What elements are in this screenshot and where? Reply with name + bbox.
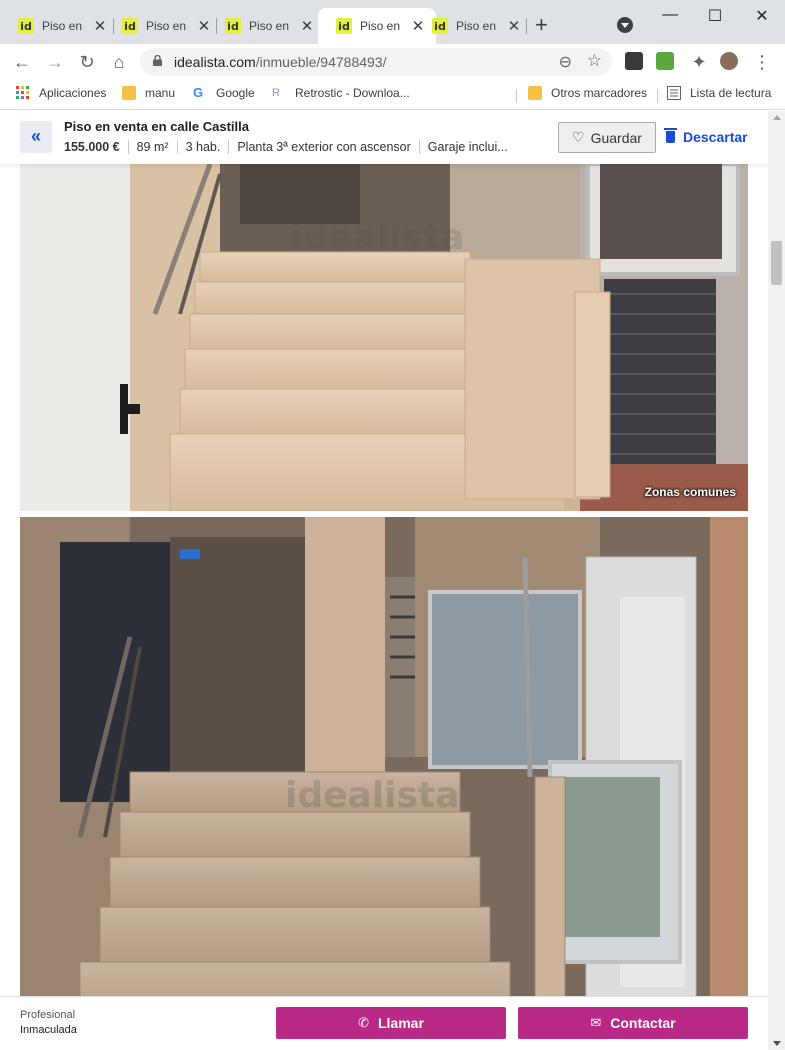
- phone-icon: ✆: [358, 1015, 369, 1030]
- back-arrow-icon[interactable]: ←: [11, 52, 33, 72]
- tab-strip: id Piso en venta en calle Castilla ✕ id …: [0, 0, 785, 44]
- forward-arrow-icon[interactable]: →: [44, 52, 66, 72]
- call-button[interactable]: ✆ Llamar: [276, 1007, 506, 1039]
- watermark: idealista: [290, 217, 464, 258]
- browser-tab[interactable]: id Piso en venta ✕: [414, 8, 532, 44]
- idealista-favicon-icon: id: [432, 18, 448, 34]
- scroll-up-icon[interactable]: [773, 115, 781, 120]
- apps-grid-icon: [16, 86, 29, 99]
- listing-facts: 155.000 € 89 m² 3 hab. Planta 3ª exterio…: [64, 140, 516, 154]
- heart-icon: ♡: [572, 129, 585, 145]
- bookmark-reading-list[interactable]: Lista de lectura: [667, 86, 771, 100]
- home-icon[interactable]: ⌂: [108, 52, 130, 72]
- save-button[interactable]: ♡ Guardar: [558, 122, 656, 153]
- tab-title: Piso en venta: [456, 19, 496, 33]
- bookmark-retrostic[interactable]: R Retrostic - Downloa...: [272, 86, 410, 100]
- browser-menu-icon[interactable]: ⋮: [751, 52, 773, 72]
- lobby-lift-photo-image: idealista: [20, 517, 748, 1050]
- bookmark-google[interactable]: G Google: [193, 85, 255, 101]
- bookmarks-bar: Aplicaciones manu G Google R Retrostic -…: [0, 80, 785, 110]
- extension-zero-icon[interactable]: [625, 52, 643, 70]
- scrollbar-thumb[interactable]: [771, 241, 782, 285]
- listing-sticky-header: « Piso en venta en calle Castilla 155.00…: [0, 111, 768, 164]
- idealista-favicon-icon: id: [122, 18, 138, 34]
- tab-search-icon[interactable]: [617, 17, 633, 33]
- close-tab-icon[interactable]: ✕: [299, 17, 315, 35]
- browser-tab[interactable]: id Piso en venta en calle Castilla ✕: [0, 8, 118, 44]
- idealista-favicon-icon: id: [336, 18, 352, 34]
- page-viewport: « Piso en venta en calle Castilla 155.00…: [0, 111, 768, 1050]
- maximize-icon[interactable]: ☐: [700, 6, 730, 26]
- retrostic-icon: R: [272, 87, 280, 99]
- idealista-favicon-icon: id: [18, 18, 34, 34]
- advertiser-name: Inmaculada: [20, 1024, 77, 1036]
- profile-avatar[interactable]: [720, 52, 738, 70]
- bookmark-star-icon[interactable]: ☆: [587, 51, 602, 71]
- stairs-photo-image: idealista: [20, 164, 748, 511]
- bookmark-manu[interactable]: manu: [122, 86, 175, 100]
- contact-bar: Profesional Inmaculada ✆ Llamar ✉ Contac…: [0, 996, 768, 1050]
- listing-garage: Garaje inclui...: [418, 140, 516, 154]
- tab-title: Piso en venta: [360, 19, 400, 33]
- watermark: idealista: [285, 775, 459, 816]
- close-window-icon[interactable]: ✕: [747, 6, 777, 26]
- reading-list-icon: [667, 86, 681, 100]
- listing-photo[interactable]: idealista Zonas comunes: [20, 164, 748, 511]
- photo-caption: Zonas comunes: [644, 485, 736, 499]
- tab-title: Piso en venta: [249, 19, 289, 33]
- browser-toolbar: ← → ↻ ⌂ idealista.com/inmueble/94788493/…: [0, 44, 785, 80]
- minimize-icon[interactable]: —: [655, 6, 685, 24]
- google-icon: G: [193, 85, 204, 100]
- folder-icon: [122, 86, 136, 100]
- browser-tab[interactable]: id Piso en venta ✕: [207, 8, 325, 44]
- address-bar[interactable]: idealista.com/inmueble/94788493/ ⊖ ☆: [140, 48, 612, 76]
- chat-icon: ✉: [590, 1015, 602, 1030]
- bookmark-apps[interactable]: Aplicaciones: [16, 86, 106, 100]
- listing-title: Piso en venta en calle Castilla: [64, 119, 249, 134]
- listing-area: 89 m²: [127, 140, 177, 154]
- advertiser-type: Profesional: [20, 1009, 76, 1021]
- tab-title: Piso en venta: [146, 19, 186, 33]
- new-tab-button[interactable]: +: [535, 14, 548, 36]
- contact-button[interactable]: ✉ Contactar: [518, 1007, 748, 1039]
- url-text: idealista.com/inmueble/94788493/: [174, 54, 387, 70]
- tab-title: Piso en venta en calle Castilla: [42, 19, 82, 33]
- discard-button[interactable]: Descartar: [664, 128, 748, 145]
- browser-tab[interactable]: id Piso en venta ✕: [104, 8, 222, 44]
- listing-photo[interactable]: idealista: [20, 517, 748, 1050]
- listing-rooms: 3 hab.: [176, 140, 229, 154]
- scroll-down-icon[interactable]: [773, 1041, 781, 1046]
- zoom-icon[interactable]: ⊖: [559, 52, 572, 72]
- page-scrollbar[interactable]: [768, 111, 785, 1050]
- listing-price: 155.000 €: [64, 140, 120, 154]
- listing-floor: Planta 3ª exterior con ascensor: [228, 140, 418, 154]
- lock-icon: [153, 55, 162, 66]
- back-to-results-button[interactable]: «: [20, 121, 52, 153]
- extension-green-icon[interactable]: [656, 52, 674, 70]
- idealista-favicon-icon: id: [225, 18, 241, 34]
- folder-icon: [528, 86, 542, 100]
- extensions-puzzle-icon[interactable]: ✦: [688, 52, 710, 72]
- bookmark-otros-marcadores[interactable]: Otros marcadores: [528, 86, 647, 100]
- reload-icon[interactable]: ↻: [76, 52, 98, 72]
- trash-icon: [664, 128, 677, 143]
- close-tab-icon[interactable]: ✕: [506, 17, 522, 35]
